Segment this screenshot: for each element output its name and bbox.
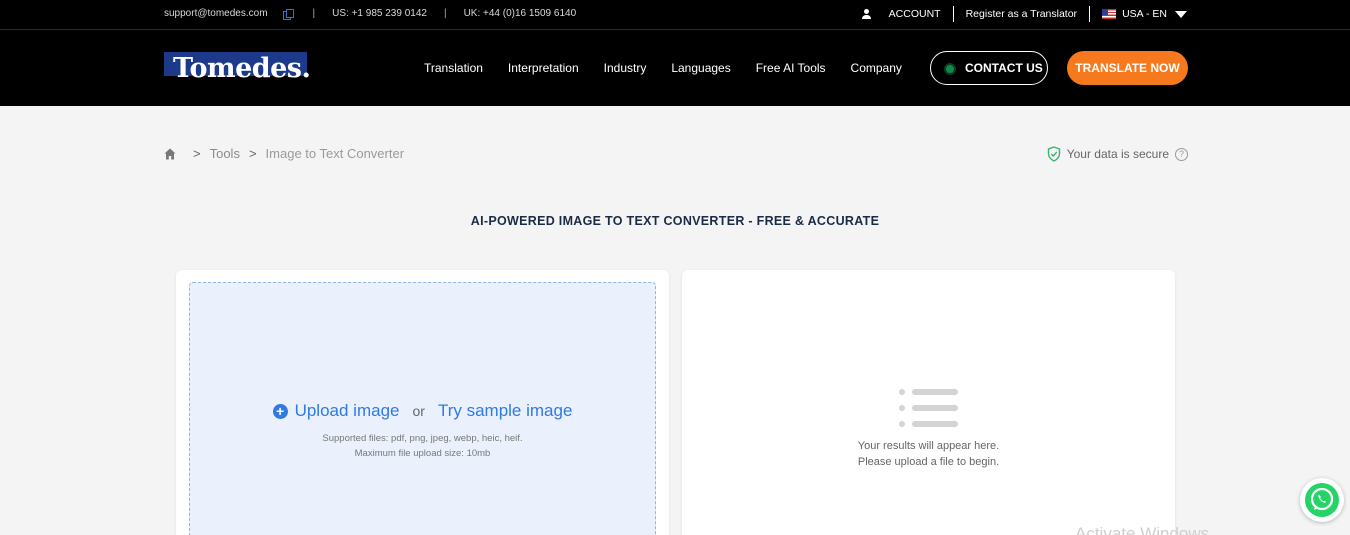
account-link[interactable]: ACCOUNT: [889, 8, 941, 20]
results-panel: Your results will appear here. Please up…: [682, 270, 1175, 535]
divider: [952, 6, 954, 22]
whatsapp-button[interactable]: [1300, 478, 1344, 522]
try-sample-image-link[interactable]: Try sample image: [438, 401, 572, 421]
support-email[interactable]: support@tomedes.com: [164, 8, 268, 19]
phone-us[interactable]: US: +1 985 239 0142: [332, 8, 427, 19]
nav-company[interactable]: Company: [851, 61, 902, 75]
logo-text: Tomedes.: [173, 53, 311, 84]
us-flag-icon: [1102, 9, 1117, 19]
results-line-1: Your results will appear here.: [857, 440, 1000, 452]
account-area: ACCOUNT Register as a Translator USA - E…: [861, 6, 1187, 22]
breadcrumb-tools[interactable]: Tools: [210, 146, 240, 161]
user-icon: [861, 9, 871, 19]
nav-industry[interactable]: Industry: [604, 61, 647, 75]
translate-now-label: TRANSLATE NOW: [1075, 61, 1180, 75]
main-header: Tomedes. Translation Interpretation Indu…: [0, 30, 1350, 106]
phone-uk[interactable]: UK: +44 (0)16 1509 6140: [464, 8, 577, 19]
status-dot-icon: [946, 65, 954, 73]
breadcrumb-current: Image to Text Converter: [265, 146, 405, 161]
results-placeholder: Your results will appear here. Please up…: [682, 438, 1175, 470]
upload-actions: + Upload image or Try sample image: [190, 401, 655, 421]
translate-now-button[interactable]: TRANSLATE NOW: [1067, 51, 1188, 85]
supported-files-text: Supported files: pdf, png, jpeg, webp, h…: [322, 433, 523, 444]
nav-translation[interactable]: Translation: [424, 61, 483, 75]
max-size-text: Maximum file upload size: 10mb: [354, 448, 491, 459]
results-line-2: Please upload a file to begin.: [857, 456, 1000, 468]
page-title: AI-POWERED IMAGE TO TEXT CONVERTER - FRE…: [470, 214, 880, 228]
separator: |: [443, 8, 447, 19]
contact-us-button[interactable]: CONTACT US: [930, 51, 1048, 85]
upload-panel: + Upload image or Try sample image Suppo…: [176, 270, 669, 535]
locale-selector[interactable]: USA - EN: [1122, 8, 1167, 20]
shield-check-icon: [1047, 146, 1060, 162]
chevron-right-icon: >: [193, 146, 201, 161]
help-icon[interactable]: ?: [1175, 147, 1188, 161]
copy-icon[interactable]: [282, 8, 294, 20]
whatsapp-glyph: [1310, 487, 1334, 511]
secure-label: Your data is secure: [1066, 147, 1169, 161]
home-icon[interactable]: [164, 148, 176, 160]
contact-us-label: CONTACT US: [965, 61, 1043, 75]
activate-windows-watermark: Activate Windows: [1075, 524, 1210, 535]
nav-languages[interactable]: Languages: [671, 61, 730, 75]
plus-circle-icon[interactable]: +: [272, 403, 288, 419]
list-icon: [899, 389, 958, 427]
or-label: or: [412, 403, 425, 419]
chevron-right-icon: >: [248, 146, 257, 161]
breadcrumb: > Tools > Image to Text Converter: [164, 146, 404, 161]
chevron-down-icon[interactable]: [1175, 10, 1187, 18]
tomedes-logo[interactable]: Tomedes.: [164, 52, 324, 86]
nav-interpretation[interactable]: Interpretation: [508, 61, 579, 75]
upload-image-link[interactable]: Upload image: [295, 401, 400, 421]
top-utility-bar: support@tomedes.com | US: +1 985 239 014…: [0, 0, 1350, 30]
whatsapp-icon: [1305, 483, 1339, 517]
contact-info: support@tomedes.com | US: +1 985 239 014…: [164, 8, 577, 20]
nav-free-ai-tools[interactable]: Free AI Tools: [756, 61, 826, 75]
divider: [1089, 6, 1091, 22]
upload-requirements: Supported files: pdf, png, jpeg, webp, h…: [190, 431, 655, 461]
separator: |: [312, 8, 316, 19]
upload-dropzone[interactable]: + Upload image or Try sample image Suppo…: [189, 282, 656, 535]
data-secure-indicator: Your data is secure ?: [1047, 146, 1188, 162]
register-translator-link[interactable]: Register as a Translator: [966, 8, 1077, 20]
main-nav: Translation Interpretation Industry Lang…: [424, 61, 927, 75]
